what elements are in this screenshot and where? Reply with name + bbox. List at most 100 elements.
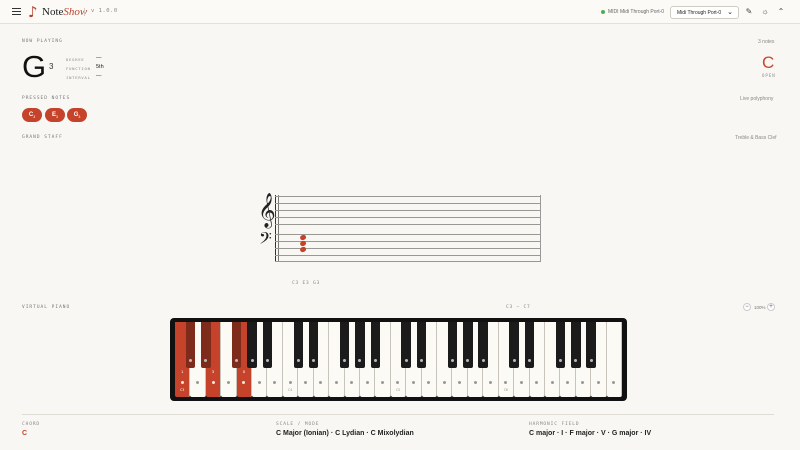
key-dot xyxy=(358,359,362,362)
key-dot xyxy=(411,381,415,384)
note-head-e3 xyxy=(299,240,307,247)
black-key-ds4[interactable] xyxy=(308,322,319,368)
black-key-gs4[interactable] xyxy=(355,322,365,368)
current-note: G xyxy=(22,49,47,84)
key-dot xyxy=(343,359,347,362)
black-key-cs6[interactable] xyxy=(509,322,519,368)
key-dot xyxy=(581,381,585,384)
piano-range: C3 – C7 xyxy=(506,305,531,310)
sun-icon[interactable]: ☼ xyxy=(759,6,771,18)
logo-icon: ♪ xyxy=(28,3,38,21)
black-key-gs3[interactable] xyxy=(247,322,257,368)
treble-staff-line xyxy=(275,217,541,218)
chevron-up-icon[interactable]: ⌃ xyxy=(775,6,787,18)
key-dot xyxy=(427,381,431,384)
key-finger-mark: 1 xyxy=(181,369,184,374)
black-key-fs4[interactable] xyxy=(339,322,350,368)
zoom-out-button[interactable]: − xyxy=(743,303,751,311)
octave-label: C5 xyxy=(395,388,401,392)
key-dot xyxy=(596,381,600,384)
black-key-ds6[interactable] xyxy=(524,322,535,368)
clef-mode: Treble & Bass Clef xyxy=(735,135,777,141)
black-key-cs4[interactable] xyxy=(293,322,304,368)
key-dot xyxy=(265,359,269,362)
key-dot xyxy=(350,381,354,384)
staff-brace-inner xyxy=(278,195,279,261)
white-key-c7[interactable] xyxy=(606,322,622,397)
black-key-ds3[interactable] xyxy=(201,322,211,368)
function-value: 5th xyxy=(96,64,104,70)
key-dot xyxy=(373,359,377,362)
key-dot xyxy=(466,359,470,362)
black-key-fs3[interactable] xyxy=(231,322,242,368)
bass-staff-line xyxy=(275,255,541,256)
key-dot xyxy=(226,381,230,384)
menu-icon[interactable] xyxy=(12,8,21,15)
octave-label: C6 xyxy=(503,388,508,392)
virtual-piano: 1 C3 3 5 C4 C5 C6 xyxy=(170,318,627,401)
key-dot xyxy=(574,359,578,362)
top-bar: ♪ NoteShow v 1.0.0 MIDI Midi Through Por… xyxy=(0,0,800,24)
black-key-as5[interactable] xyxy=(478,322,489,368)
pill-octave: 3 xyxy=(56,115,58,120)
pill-octave: 3 xyxy=(78,115,81,120)
black-key-as6[interactable] xyxy=(586,322,596,368)
pencil-icon[interactable]: ✎ xyxy=(743,6,755,18)
black-key-gs5[interactable] xyxy=(463,322,473,368)
key-dot xyxy=(365,381,369,384)
zoom-level: 100% xyxy=(754,305,766,310)
pressed-note-pill[interactable]: G3 xyxy=(67,108,87,122)
version-label: v 1.0.0 xyxy=(91,8,118,14)
bass-staff-line xyxy=(275,241,541,242)
key-dot xyxy=(242,381,246,384)
black-key-fs6[interactable] xyxy=(555,322,566,368)
treble-staff-line xyxy=(275,210,541,211)
key-dot xyxy=(204,359,208,362)
zoom-in-button[interactable]: + xyxy=(767,303,775,311)
key-dot xyxy=(304,381,307,384)
key-dot xyxy=(381,381,385,384)
key-dot xyxy=(273,381,277,384)
header-divider xyxy=(84,8,85,16)
scale-mode-label: SCALE / MODE xyxy=(276,422,320,427)
key-dot xyxy=(589,359,593,362)
key-dot xyxy=(250,359,254,362)
black-key-fs5[interactable] xyxy=(447,322,458,368)
harmonic-field-value: C major · I · F major · V · G major · IV xyxy=(529,430,652,437)
black-key-gs6[interactable] xyxy=(570,322,581,368)
degree-value: — xyxy=(96,55,102,61)
pill-octave: 3 xyxy=(33,115,36,120)
staff-end-barline xyxy=(540,195,541,261)
note-count: 3 notes xyxy=(758,39,775,45)
black-key-ds5[interactable] xyxy=(416,322,427,368)
key-dot xyxy=(420,359,424,362)
open-chord-letter: C xyxy=(762,53,775,72)
midi-device-select[interactable]: Midi Through Port-0 ⌄ xyxy=(670,6,739,19)
key-dot xyxy=(296,359,300,362)
current-octave: 3 xyxy=(49,62,54,71)
staff-note-caption: C3 E3 G3 xyxy=(292,281,321,286)
midi-status-text: MIDI Midi Through Port-0 xyxy=(608,9,665,15)
black-key-as4[interactable] xyxy=(370,322,381,368)
key-dot xyxy=(558,359,562,362)
midi-status-dot xyxy=(601,10,605,14)
key-finger-mark: 3 xyxy=(211,369,215,374)
polyphony-mode: Live polyphony xyxy=(740,96,774,102)
interval-key: INTERVAL xyxy=(66,75,91,80)
black-key-cs3[interactable] xyxy=(185,322,196,368)
key-dot xyxy=(488,381,492,384)
harmonic-field-label: HARMONIC FIELD xyxy=(529,422,580,427)
black-key-as3[interactable] xyxy=(262,322,273,368)
black-key-cs5[interactable] xyxy=(401,322,411,368)
pressed-note-pill[interactable]: E3 xyxy=(45,108,65,122)
now-playing-label: NOW PLAYING xyxy=(22,39,63,44)
treble-staff-line xyxy=(275,196,541,197)
key-dot xyxy=(442,381,446,384)
pressed-note-pill[interactable]: C3 xyxy=(22,108,42,122)
key-dot xyxy=(612,381,616,384)
grand-staff: 𝄞 𝄢 xyxy=(255,193,543,263)
key-dot xyxy=(196,381,200,384)
note-head-c3 xyxy=(299,246,307,253)
bass-clef-icon: 𝄢 xyxy=(259,228,272,252)
treble-staff-line xyxy=(275,203,541,204)
